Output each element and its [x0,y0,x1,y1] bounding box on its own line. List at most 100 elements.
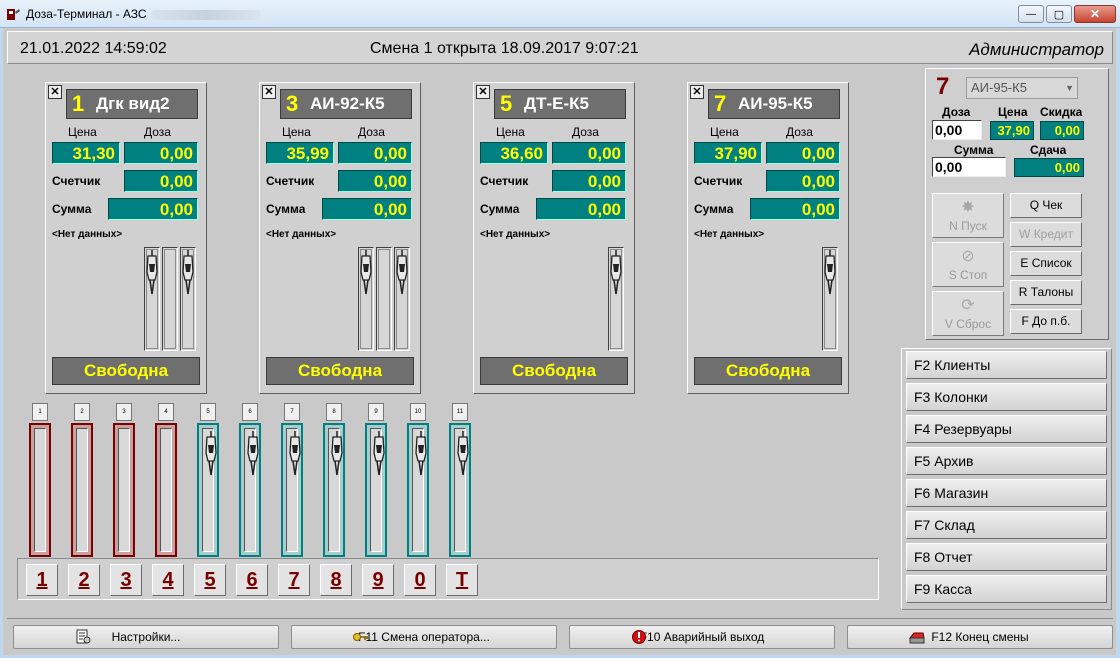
mini-pump-4[interactable]: 4 [155,403,177,557]
coupons-button[interactable]: R Талоны [1010,280,1082,305]
walking-man-icon: ✸ [961,199,975,216]
counter-label: Счетчик [694,174,743,188]
nozzle-icon [182,250,194,295]
no-data-note: <Нет данных> [694,229,765,240]
stop-icon: ⊘ [961,248,975,265]
pump-card-7[interactable]: ✕ 7 АИ-95-К5 Цена Доза 37,90 0,00 Счетчик 0,00 Су… [687,82,849,394]
function-menu-item-8[interactable]: F8 Отчет [906,543,1107,571]
fuel-name: АИ-95-К5 [738,94,813,113]
mini-pump-10[interactable]: 10 [407,403,429,557]
function-menu-item-9[interactable]: F9 Касса [906,575,1107,603]
dose-input[interactable]: 0,00 [932,120,982,140]
check-button[interactable]: Q Чек [1010,193,1082,218]
key-icon [353,633,368,641]
fuel-select-value: АИ-95-К5 [971,80,1027,95]
nozzle-icon [415,431,427,476]
fuel-name: Дгк вид2 [96,94,170,113]
keypad-key-0[interactable]: 0 [404,564,436,596]
nozzle-slot[interactable] [162,247,178,351]
bottom-button-label: F10 Аварийный выход [639,630,765,644]
counter-display: 0,00 [766,170,840,192]
function-menu-item-6[interactable]: F6 Магазин [906,479,1107,507]
keypad-key-1[interactable]: 1 [26,564,58,596]
start-button[interactable]: ✸ N Пуск [932,193,1004,238]
keypad-key-4[interactable]: 4 [152,564,184,596]
keypad-key-7[interactable]: 7 [278,564,310,596]
mini-pump-11[interactable]: 11 [449,403,471,557]
bottom-button-2[interactable]: F11 Смена оператора... [291,625,557,649]
pump-card-3[interactable]: ✕ 3 АИ-92-К5 Цена Доза 35,99 0,00 Счетчик 0,00 Су… [259,82,421,394]
keypad-key-T[interactable]: T [446,564,478,596]
close-button[interactable]: ✕ [1074,5,1116,23]
nozzle-icon [289,431,301,476]
close-icon[interactable]: ✕ [48,85,62,99]
status-badge: Свободна [694,357,842,385]
pump-header: 7 АИ-95-К5 [708,89,840,119]
price-label: Цена [68,125,97,139]
mini-pump-5[interactable]: 5 [197,403,219,557]
nozzle-slot[interactable] [144,247,160,351]
keypad-key-2[interactable]: 2 [68,564,100,596]
nozzle-slot[interactable] [358,247,374,351]
nozzle-slot[interactable] [376,247,392,351]
no-data-note: <Нет данных> [480,229,551,240]
keypad-key-5[interactable]: 5 [194,564,226,596]
keypad-key-3[interactable]: 3 [110,564,142,596]
bottom-toolbar: Настройки... F11 Смена оператора... F10 Ав… [7,618,1113,650]
bottom-button-3[interactable]: F10 Аварийный выход [569,625,835,649]
function-menu-item-2[interactable]: F2 Клиенты [906,351,1107,379]
refresh-icon: ⟳ [961,297,975,314]
close-icon[interactable]: ✕ [476,85,490,99]
mini-pump-1[interactable]: 1 [29,403,51,557]
chevron-down-icon: ▼ [1065,83,1074,93]
dose-display: 0,00 [766,142,840,164]
nozzle-icon [360,250,372,295]
mini-pump-9[interactable]: 9 [365,403,387,557]
nozzle-icon [146,250,158,295]
pump-card-1[interactable]: ✕ 1 Дгк вид2 Цена Доза 31,30 0,00 Счетчик 0,00 Су… [45,82,207,394]
keypad-key-8[interactable]: 8 [320,564,352,596]
list-button[interactable]: E Список [1010,251,1082,276]
mini-pump-label: 8 [326,403,342,421]
reset-button[interactable]: ⟳ V Сброс [932,291,1004,336]
price-label: Цена [998,105,1028,119]
price-label: Цена [710,125,739,139]
start-button-label: N Пуск [949,219,987,233]
stop-button[interactable]: ⊘ S Стоп [932,242,1004,287]
close-icon[interactable]: ✕ [690,85,704,99]
nozzle-icon [610,250,622,295]
nozzle-slot[interactable] [822,247,838,351]
close-icon[interactable]: ✕ [262,85,276,99]
credit-button[interactable]: W Кредит [1010,222,1082,247]
fill-up-button[interactable]: F До п.б. [1010,309,1082,334]
nozzle-icon [396,250,408,295]
sum-input[interactable]: 0,00 [932,157,1006,177]
bottom-button-1[interactable]: Настройки... [13,625,279,649]
bottom-button-4[interactable]: F12 Конец смены [847,625,1113,649]
price-display: 31,30 [52,142,120,164]
mini-pump-label: 6 [242,403,258,421]
mini-pump-7[interactable]: 7 [281,403,303,557]
nozzle-slot[interactable] [394,247,410,351]
fuel-select[interactable]: АИ-95-К5 ▼ [966,77,1078,99]
function-menu-item-7[interactable]: F7 Склад [906,511,1107,539]
price-display: 37,90 [694,142,762,164]
function-menu-item-4[interactable]: F4 Резервуары [906,415,1107,443]
pump-card-5[interactable]: ✕ 5 ДТ-Е-К5 Цена Доза 36,60 0,00 Счетчик 0,00 Сум… [473,82,635,394]
price-label: Цена [496,125,525,139]
pump-number: 5 [500,91,513,116]
mini-pump-6[interactable]: 6 [239,403,261,557]
maximize-button[interactable]: ▢ [1046,5,1072,23]
keypad-key-9[interactable]: 9 [362,564,394,596]
nozzle-slot[interactable] [180,247,196,351]
keypad-key-6[interactable]: 6 [236,564,268,596]
main-client-area: 21.01.2022 14:59:02 Смена 1 открыта 18.0… [3,28,1116,655]
mini-pump-3[interactable]: 3 [113,403,135,557]
nozzle-slot[interactable] [608,247,624,351]
minimize-button[interactable]: — [1018,5,1044,23]
window-title: Доза-Терминал - АЗС [26,7,261,21]
function-menu-item-5[interactable]: F5 Архив [906,447,1107,475]
mini-pump-8[interactable]: 8 [323,403,345,557]
function-menu-item-3[interactable]: F3 Колонки [906,383,1107,411]
mini-pump-2[interactable]: 2 [71,403,93,557]
